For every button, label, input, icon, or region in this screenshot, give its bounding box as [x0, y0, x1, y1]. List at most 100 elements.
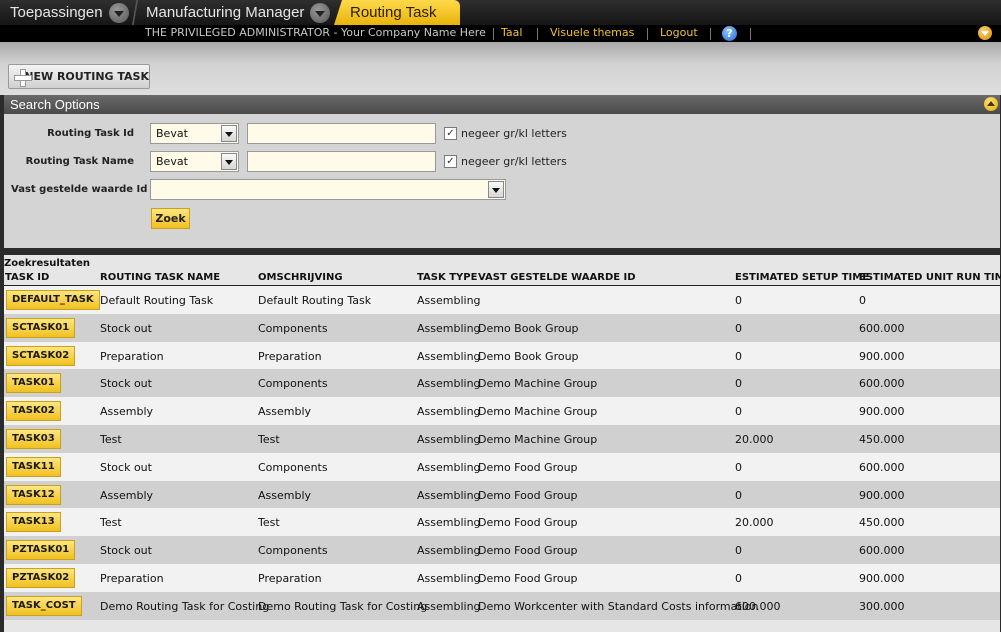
- task-id-link[interactable]: PZTASK02: [6, 568, 76, 588]
- toolbar: NEW ROUTING TASK: [0, 42, 1001, 95]
- routing-task-id-input[interactable]: [247, 123, 436, 144]
- routing-task-name-input[interactable]: [247, 151, 436, 172]
- fixed-value-id-select[interactable]: [150, 179, 506, 200]
- chevron-down-icon[interactable]: [221, 125, 237, 142]
- cell-task-type: Assembling: [417, 460, 481, 474]
- table-row: SCTASK01 Stock out Components Assembling Dem…: [4, 313, 1000, 342]
- column-header-task-id[interactable]: TASK ID: [5, 272, 49, 283]
- cell-description: Default Routing Task: [258, 294, 372, 307]
- cell-description: Components: [258, 377, 328, 391]
- chevron-down-icon[interactable]: [221, 153, 237, 170]
- collapse-icon[interactable]: [984, 97, 998, 111]
- language-link[interactable]: Taal: [501, 26, 522, 39]
- cell-fixed-value-id: Demo Food Group: [478, 488, 578, 502]
- column-header-setup-time[interactable]: ESTIMATED SETUP TIME: [735, 272, 869, 283]
- chevron-down-icon[interactable]: [978, 26, 992, 40]
- fixed-value-id-label: Vast gestelde waarde Id: [11, 184, 148, 195]
- cell-name: Stock out: [100, 321, 152, 335]
- cell-task-type: Assembling: [417, 349, 481, 363]
- logout-link[interactable]: Logout: [660, 26, 698, 39]
- cell-fixed-value-id: Demo Machine Group: [478, 377, 598, 391]
- table-row: TASK02 Assembly Assembly Assembling Demo Mac…: [4, 397, 1000, 426]
- task-id-link[interactable]: TASK03: [6, 429, 61, 449]
- cell-unit-run-time: 600.000: [859, 377, 905, 391]
- cell-name: Test: [100, 516, 122, 530]
- routing-task-id-operator-select[interactable]: Bevat: [150, 123, 239, 144]
- cell-fixed-value-id: Demo Machine Group: [478, 433, 598, 446]
- task-id-link[interactable]: SCTASK01: [6, 317, 76, 338]
- cell-name: Stock out: [100, 460, 152, 474]
- cell-unit-run-time: 600.000: [859, 460, 905, 474]
- table-row: TASK12 Assembly Assembly Assembling Demo Foo…: [4, 480, 1000, 509]
- chevron-down-icon[interactable]: [108, 2, 129, 23]
- task-id-link[interactable]: DEFAULT_TASK: [6, 290, 100, 310]
- table-row: PZTASK01 Stock out Components Assembling Dem…: [4, 536, 1000, 565]
- cell-name: Preparation: [100, 572, 164, 585]
- routing-task-id-ignore-case-checkbox[interactable]: ✓: [444, 127, 457, 140]
- cell-setup-time: 0: [735, 572, 742, 585]
- tab-manufacturing-manager[interactable]: Manufacturing Manager: [146, 0, 331, 25]
- cell-fixed-value-id: Demo Food Group: [478, 516, 578, 530]
- task-id-link[interactable]: TASK12: [6, 484, 61, 505]
- task-id-link[interactable]: TASK13: [6, 512, 61, 533]
- search-results: Zoekresultaten TASK ID ROUTING TASK NAME…: [4, 255, 1001, 632]
- cell-fixed-value-id: Demo Food Group: [478, 572, 578, 585]
- tab-label: Toepassingen: [10, 4, 103, 21]
- cell-setup-time: 0: [735, 544, 742, 558]
- cell-task-type: Assembling: [417, 572, 481, 585]
- cell-description: Test: [258, 433, 280, 446]
- chevron-down-icon[interactable]: [488, 181, 504, 198]
- cell-setup-time: 0: [735, 349, 742, 363]
- task-id-link[interactable]: SCTASK02: [6, 345, 76, 366]
- cell-unit-run-time: 450.000: [859, 433, 905, 446]
- routing-task-id-label: Routing Task Id: [47, 128, 134, 139]
- tab-toepassingen[interactable]: Toepassingen: [10, 0, 129, 25]
- task-id-link[interactable]: TASK02: [6, 401, 61, 422]
- themes-link[interactable]: Visuele themas: [550, 26, 634, 39]
- table-row: TASK01 Stock out Components Assembling Demo …: [4, 369, 1000, 398]
- search-options-header[interactable]: Search Options: [4, 95, 1000, 114]
- column-header-task-type[interactable]: TASK TYPE: [417, 272, 477, 283]
- cell-fixed-value-id: Demo Workcenter with Standard Costs info…: [478, 599, 759, 613]
- cell-setup-time: 20.000: [735, 516, 774, 530]
- cell-description: Assembly: [258, 488, 312, 502]
- routing-task-name-ignore-case-checkbox[interactable]: ✓: [444, 155, 457, 168]
- selected-value: Bevat: [156, 155, 188, 168]
- divider: [710, 28, 711, 40]
- cell-unit-run-time: 900.000: [859, 349, 905, 363]
- chevron-down-icon[interactable]: [310, 2, 331, 23]
- cell-task-type: Assembling: [417, 544, 481, 558]
- cell-description: Demo Routing Task for Costing: [258, 599, 428, 613]
- divider: [750, 28, 751, 40]
- task-id-link[interactable]: TASK01: [6, 373, 61, 394]
- task-id-link[interactable]: TASK_COST: [6, 595, 82, 616]
- cell-setup-time: 0: [735, 405, 742, 419]
- column-header-name[interactable]: ROUTING TASK NAME: [100, 272, 220, 283]
- tab-routing-task[interactable]: Routing Task: [334, 0, 460, 25]
- cell-unit-run-time: 600.000: [859, 321, 905, 335]
- routing-task-name-operator-select[interactable]: Bevat: [150, 151, 239, 172]
- cell-name: Default Routing Task: [100, 294, 214, 307]
- help-icon[interactable]: ?: [722, 26, 737, 41]
- column-header-unit-run-time[interactable]: ESTIMATED UNIT RUN TIME: [859, 272, 1001, 283]
- divider: [493, 28, 494, 40]
- search-button[interactable]: Zoek: [151, 208, 190, 229]
- column-header-fixed-value-id[interactable]: VAST GESTELDE WAARDE ID: [478, 272, 636, 283]
- column-header-description[interactable]: OMSCHRIJVING: [258, 272, 343, 283]
- cell-name: Test: [100, 433, 122, 446]
- cell-name: Assembly: [100, 488, 154, 502]
- cell-task-type: Assembling: [417, 599, 481, 613]
- cell-setup-time: 0: [735, 294, 742, 307]
- new-routing-task-button[interactable]: NEW ROUTING TASK: [8, 64, 150, 89]
- cell-name: Stock out: [100, 544, 152, 558]
- cell-setup-time: 600.000: [735, 599, 781, 613]
- cell-setup-time: 0: [735, 321, 742, 335]
- task-id-link[interactable]: TASK11: [6, 456, 61, 477]
- task-id-link[interactable]: PZTASK01: [6, 540, 76, 561]
- routing-task-name-label: Routing Task Name: [25, 156, 134, 167]
- cell-description: Components: [258, 321, 328, 335]
- cell-name: Assembly: [100, 405, 154, 419]
- tab-separator: [128, 0, 142, 25]
- cell-fixed-value-id: Demo Machine Group: [478, 405, 598, 419]
- cell-task-type: Assembling: [417, 433, 481, 446]
